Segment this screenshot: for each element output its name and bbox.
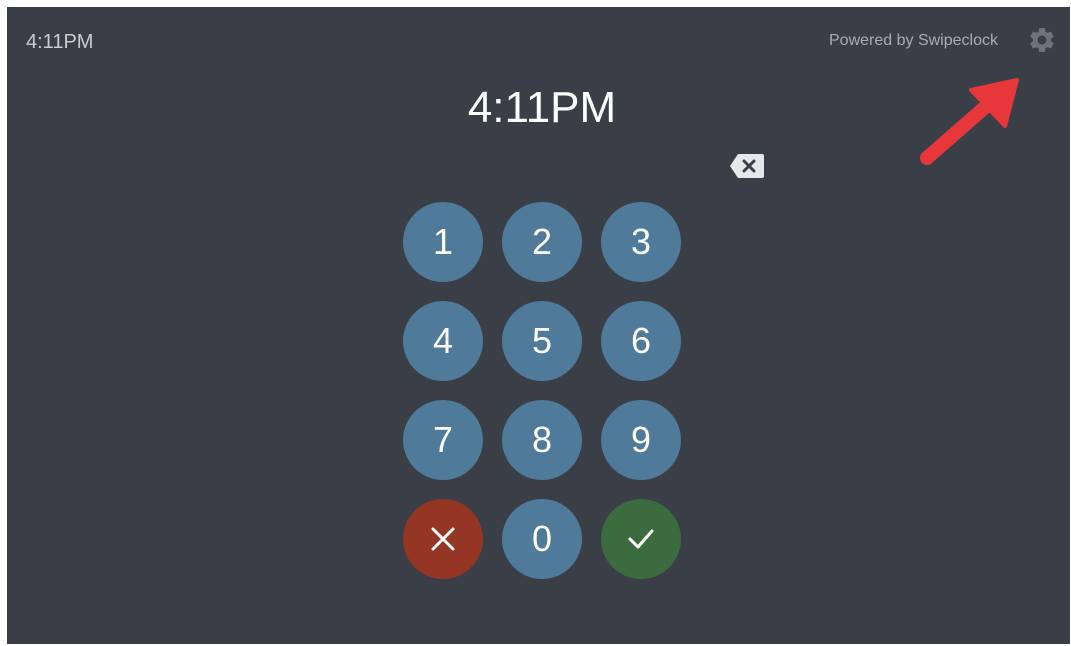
confirm-button[interactable] [601,499,681,579]
key-8[interactable]: 8 [502,400,582,480]
key-6[interactable]: 6 [601,301,681,381]
key-0[interactable]: 0 [502,499,582,579]
gear-icon[interactable] [1027,25,1057,55]
current-time: 4:11PM [467,83,617,132]
key-3[interactable]: 3 [601,202,681,282]
key-5[interactable]: 5 [502,301,582,381]
key-9[interactable]: 9 [601,400,681,480]
key-1[interactable]: 1 [403,202,483,282]
powered-by-label: Powered by Swipeclock [829,32,998,49]
key-4[interactable]: 4 [403,301,483,381]
kiosk-screen: 4:11PM Powered by Swipeclock 4:11PM 1 2 … [7,7,1070,644]
close-icon [431,527,455,551]
status-time: 4:11PM [26,31,94,53]
key-7[interactable]: 7 [403,400,483,480]
backspace-icon[interactable] [729,153,765,179]
cancel-button[interactable] [403,499,483,579]
key-2[interactable]: 2 [502,202,582,282]
check-icon [628,529,654,549]
